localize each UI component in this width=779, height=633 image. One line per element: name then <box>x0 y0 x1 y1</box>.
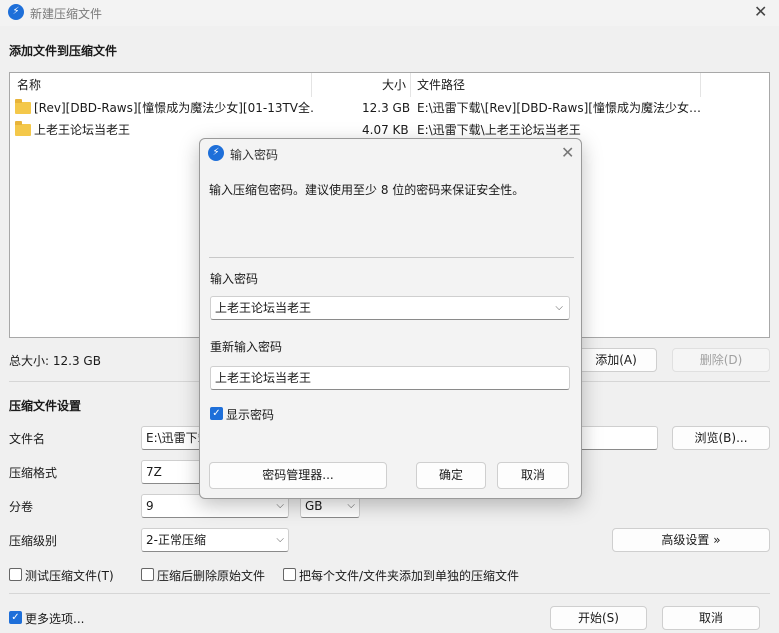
cancel-button[interactable]: 取消 <box>662 606 760 630</box>
row-path: E:\迅雷下载\[Rev][DBD-Raws][憧憬成为魔法少女… <box>417 101 701 115</box>
show-password-label[interactable]: 显示密码 <box>226 406 274 423</box>
test-archive-label[interactable]: 测试压缩文件(T) <box>25 567 114 584</box>
start-button[interactable]: 开始(S) <box>550 606 647 630</box>
browse-button[interactable]: 浏览(B)... <box>672 426 770 450</box>
settings-section-title: 压缩文件设置 <box>9 399 82 413</box>
folder-icon <box>15 121 31 136</box>
app-logo-icon: ⚡ <box>8 4 24 20</box>
split-label: 分卷 <box>9 500 34 514</box>
password-value: 上老王论坛当老王 <box>215 301 312 315</box>
password-dialog: ⚡ 输入密码 ✕ 输入压缩包密码。建议使用至少 8 位的密码来保证安全性。 输入… <box>199 138 582 499</box>
dialog-description: 输入压缩包密码。建议使用至少 8 位的密码来保证安全性。 <box>209 183 525 197</box>
filename-label: 文件名 <box>9 432 46 446</box>
level-value: 2-正常压缩 <box>146 533 206 547</box>
password-input[interactable]: 上老王论坛当老王 ⌵ <box>210 296 570 320</box>
column-header-size[interactable]: 大小 <box>382 73 406 97</box>
show-password-checkbox[interactable]: ✓ <box>210 407 223 420</box>
advanced-settings-button[interactable]: 高级设置 » <box>612 528 770 552</box>
add-section-title: 添加文件到压缩文件 <box>9 44 118 58</box>
dialog-title: 输入密码 <box>230 148 279 162</box>
window-close-icon[interactable]: ✕ <box>754 2 767 21</box>
separate-archive-label[interactable]: 把每个文件/文件夹添加到单独的压缩文件 <box>299 567 519 584</box>
delete-button[interactable]: 删除(D) <box>672 348 770 372</box>
delete-after-label[interactable]: 压缩后删除原始文件 <box>157 567 265 584</box>
password-label: 输入密码 <box>210 272 259 286</box>
delete-after-checkbox[interactable] <box>141 568 154 581</box>
more-options-label[interactable]: 更多选项... <box>25 610 84 627</box>
more-options-checkbox[interactable]: ✓ <box>9 611 22 624</box>
column-header-name[interactable]: 名称 <box>17 73 41 97</box>
column-separator <box>410 73 411 97</box>
row-name: 上老王论坛当老王 <box>34 123 131 137</box>
column-separator <box>700 73 701 97</box>
separate-archive-checkbox[interactable] <box>283 568 296 581</box>
dialog-close-icon[interactable]: ✕ <box>561 143 574 162</box>
format-value: 7Z <box>146 465 162 479</box>
column-separator <box>311 73 312 97</box>
divider <box>9 593 770 594</box>
split-unit-value: GB <box>305 499 323 513</box>
table-row[interactable]: [Rev][DBD-Raws][憧憬成为魔法少女][01-13TV全… 12.3… <box>10 97 769 119</box>
chevron-down-icon[interactable]: ⌵ <box>555 297 563 319</box>
confirm-password-label: 重新输入密码 <box>210 340 283 354</box>
level-select[interactable]: 2-正常压缩 ⌵ <box>141 528 289 552</box>
add-button[interactable]: 添加(A) <box>575 348 657 372</box>
folder-icon <box>15 99 31 114</box>
chevron-down-icon: ⌵ <box>276 534 284 545</box>
title-bar: ⚡ 新建压缩文件 ✕ <box>0 0 779 26</box>
split-value: 9 <box>146 499 154 513</box>
dialog-cancel-button[interactable]: 取消 <box>497 462 569 489</box>
format-label: 压缩格式 <box>9 466 58 480</box>
divider <box>209 257 574 258</box>
password-manager-button[interactable]: 密码管理器... <box>209 462 387 489</box>
app-logo-icon: ⚡ <box>208 145 224 161</box>
window-title: 新建压缩文件 <box>30 7 103 21</box>
column-header-path[interactable]: 文件路径 <box>417 73 465 97</box>
total-size: 总大小: 12.3 GB <box>9 354 101 368</box>
row-name: [Rev][DBD-Raws][憧憬成为魔法少女][01-13TV全… <box>34 101 314 115</box>
ok-button[interactable]: 确定 <box>416 462 486 489</box>
confirm-password-input[interactable]: 上老王论坛当老王 <box>210 366 570 390</box>
row-size: 12.3 GB <box>362 101 411 115</box>
level-label: 压缩级别 <box>9 534 58 548</box>
test-archive-checkbox[interactable] <box>9 568 22 581</box>
